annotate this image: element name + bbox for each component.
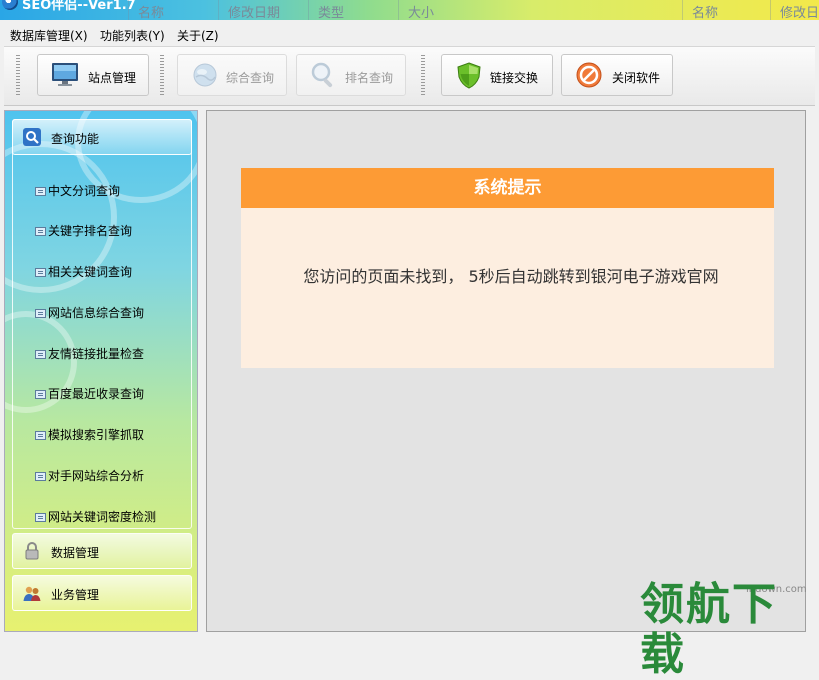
column-separator bbox=[398, 0, 399, 20]
list-icon bbox=[35, 350, 46, 359]
system-notice: 系统提示 您访问的页面未找到， 5秒后自动跳转到银河电子游戏官网 bbox=[241, 168, 774, 368]
sidebar-item-friend-links[interactable]: 友情链接批量检查 bbox=[35, 345, 144, 362]
magnifier-icon bbox=[311, 62, 333, 88]
column-separator bbox=[218, 0, 219, 20]
sidebar-item-competitor-analysis[interactable]: 对手网站综合分析 bbox=[35, 467, 144, 484]
rank-query-label: 排名查询 bbox=[345, 71, 394, 85]
notice-message: 您访问的页面未找到， 5秒后自动跳转到银河电子游戏官网 bbox=[303, 267, 719, 286]
link-exchange-button[interactable]: 链接交换 bbox=[441, 54, 553, 96]
toolbar-grip[interactable] bbox=[160, 55, 164, 97]
sidebar-item-label: 相关关键词查询 bbox=[48, 265, 133, 279]
sidebar-item-label: 友情链接批量检查 bbox=[48, 347, 145, 361]
menu-functions[interactable]: 功能列表(Y) bbox=[100, 27, 165, 44]
list-icon bbox=[35, 390, 46, 399]
sidebar-item-label: 关键字排名查询 bbox=[48, 224, 133, 238]
rank-query-button[interactable]: 排名查询 bbox=[296, 54, 406, 96]
column-separator bbox=[682, 0, 683, 20]
column-separator bbox=[308, 0, 309, 20]
sidebar-item-keyword-rank[interactable]: 关键字排名查询 bbox=[35, 222, 132, 239]
main-content: 系统提示 您访问的页面未找到， 5秒后自动跳转到银河电子游戏官网 bbox=[206, 110, 806, 632]
link-exchange-label: 链接交换 bbox=[490, 71, 539, 85]
watermark-brand: 领航下载 bbox=[640, 579, 778, 680]
sidebar-item-label: 百度最近收录查询 bbox=[48, 387, 145, 401]
list-icon bbox=[35, 227, 46, 236]
combined-query-label: 综合查询 bbox=[226, 71, 275, 85]
toolbar-grip[interactable] bbox=[421, 55, 425, 97]
sidebar-item-label: 模拟搜索引擎抓取 bbox=[48, 428, 145, 442]
close-software-button[interactable]: 关闭软件 bbox=[561, 54, 673, 96]
sidebar-item-label: 中文分词查询 bbox=[48, 184, 121, 198]
query-panel: 查询功能 中文分词查询 关键字排名查询 相关关键词查询 网站信息综合查询 友情链… bbox=[12, 119, 192, 529]
sidebar-item-spider-simulation[interactable]: 模拟搜索引擎抓取 bbox=[35, 426, 144, 443]
sidebar: 查询功能 中文分词查询 关键字排名查询 相关关键词查询 网站信息综合查询 友情链… bbox=[4, 110, 198, 632]
list-icon bbox=[35, 431, 46, 440]
sidebar-item-word-segmentation[interactable]: 中文分词查询 bbox=[35, 182, 120, 199]
business-manage-header[interactable]: 业务管理 bbox=[12, 575, 192, 611]
toolbar: 站点管理 综合查询 排名查询 链接交换 关闭软件 bbox=[4, 46, 815, 106]
site-manage-label: 站点管理 bbox=[88, 71, 137, 85]
menu-about[interactable]: 关于(Z) bbox=[177, 27, 219, 44]
close-software-label: 关闭软件 bbox=[612, 71, 661, 85]
list-icon bbox=[35, 513, 46, 522]
list-icon bbox=[35, 309, 46, 318]
no-entry-icon bbox=[576, 62, 602, 88]
sidebar-item-label: 网站信息综合查询 bbox=[48, 306, 145, 320]
menu-bar: 数据库管理(X) 功能列表(Y) 关于(Z) bbox=[0, 22, 819, 44]
column-separator bbox=[770, 0, 771, 20]
column-header-size[interactable]: 大小 bbox=[408, 2, 434, 20]
list-icon bbox=[35, 187, 46, 196]
column-header-modified-2[interactable]: 修改日 bbox=[780, 2, 819, 20]
sidebar-item-label: 对手网站综合分析 bbox=[48, 469, 145, 483]
menu-database[interactable]: 数据库管理(X) bbox=[10, 27, 88, 44]
toolbar-grip[interactable] bbox=[16, 55, 20, 97]
column-separator bbox=[128, 0, 129, 20]
notice-title: 系统提示 bbox=[241, 168, 774, 208]
query-panel-label: 查询功能 bbox=[51, 132, 100, 146]
combined-query-button[interactable]: 综合查询 bbox=[177, 54, 287, 96]
column-header-name-2[interactable]: 名称 bbox=[692, 2, 718, 20]
query-panel-header[interactable]: 查询功能 bbox=[12, 119, 192, 155]
data-manage-label: 数据管理 bbox=[51, 546, 100, 560]
column-header-modified[interactable]: 修改日期 bbox=[228, 2, 280, 20]
app-title: SEO伴侣--Ver1.7 bbox=[22, 0, 136, 13]
lock-icon bbox=[25, 542, 39, 560]
app-icon bbox=[2, 0, 18, 10]
sidebar-item-label: 网站关键词密度检测 bbox=[48, 510, 157, 524]
sidebar-item-related-keywords[interactable]: 相关关键词查询 bbox=[35, 263, 132, 280]
title-bar: SEO伴侣--Ver1.7 名称 修改日期 类型 大小 名称 修改日 bbox=[0, 0, 819, 20]
site-manage-button[interactable]: 站点管理 bbox=[37, 54, 149, 96]
sidebar-item-baidu-index[interactable]: 百度最近收录查询 bbox=[35, 385, 144, 402]
search-icon bbox=[23, 128, 41, 146]
list-icon bbox=[35, 268, 46, 277]
monitor-icon bbox=[52, 63, 78, 86]
list-icon bbox=[35, 472, 46, 481]
shield-icon bbox=[457, 62, 481, 89]
sidebar-item-site-info[interactable]: 网站信息综合查询 bbox=[35, 304, 144, 321]
column-header-name[interactable]: 名称 bbox=[138, 2, 164, 20]
users-icon bbox=[23, 586, 41, 601]
business-manage-label: 业务管理 bbox=[51, 588, 100, 602]
sidebar-item-keyword-density[interactable]: 网站关键词密度检测 bbox=[35, 508, 156, 525]
column-header-type[interactable]: 类型 bbox=[318, 2, 344, 20]
globe-icon bbox=[193, 63, 217, 87]
data-manage-header[interactable]: 数据管理 bbox=[12, 533, 192, 569]
